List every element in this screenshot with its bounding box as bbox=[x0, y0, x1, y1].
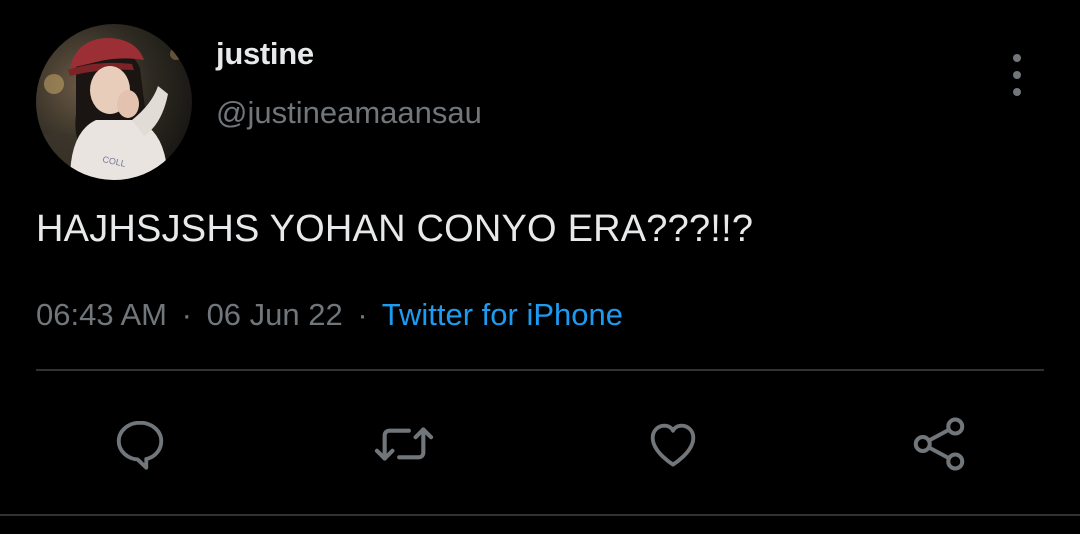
avatar[interactable]: COLL bbox=[36, 24, 192, 180]
reply-button[interactable] bbox=[108, 412, 172, 476]
tweet-source-link[interactable]: Twitter for iPhone bbox=[382, 297, 623, 332]
separator: · bbox=[181, 297, 192, 332]
profile-photo: COLL bbox=[36, 24, 192, 180]
tweet-time[interactable]: 06:43 AM bbox=[36, 297, 167, 332]
like-button[interactable] bbox=[641, 412, 705, 476]
divider bbox=[36, 369, 1044, 371]
heart-icon bbox=[650, 423, 696, 467]
more-vertical-icon-dot bbox=[1013, 88, 1021, 96]
more-vertical-icon bbox=[1013, 54, 1021, 62]
share-icon bbox=[913, 417, 965, 471]
retweet-icon bbox=[374, 427, 434, 461]
tweet-detail: COLL justine @justineamaansau HAJHSJSHS … bbox=[0, 0, 1080, 534]
divider bbox=[0, 514, 1080, 516]
share-button[interactable] bbox=[907, 412, 971, 476]
display-name[interactable]: justine bbox=[216, 36, 314, 72]
more-options-button[interactable] bbox=[1000, 54, 1034, 96]
separator: · bbox=[357, 297, 368, 332]
tweet-date[interactable]: 06 Jun 22 bbox=[207, 297, 343, 332]
tweet-metadata: 06:43 AM · 06 Jun 22 · Twitter for iPhon… bbox=[36, 297, 623, 333]
retweet-button[interactable] bbox=[372, 412, 436, 476]
tweet-text: HAJHSJSHS YOHAN CONYO ERA???!!? bbox=[36, 208, 754, 250]
user-handle[interactable]: @justineamaansau bbox=[216, 95, 482, 131]
more-vertical-icon-dot bbox=[1013, 71, 1021, 79]
speech-bubble-icon bbox=[116, 420, 164, 470]
